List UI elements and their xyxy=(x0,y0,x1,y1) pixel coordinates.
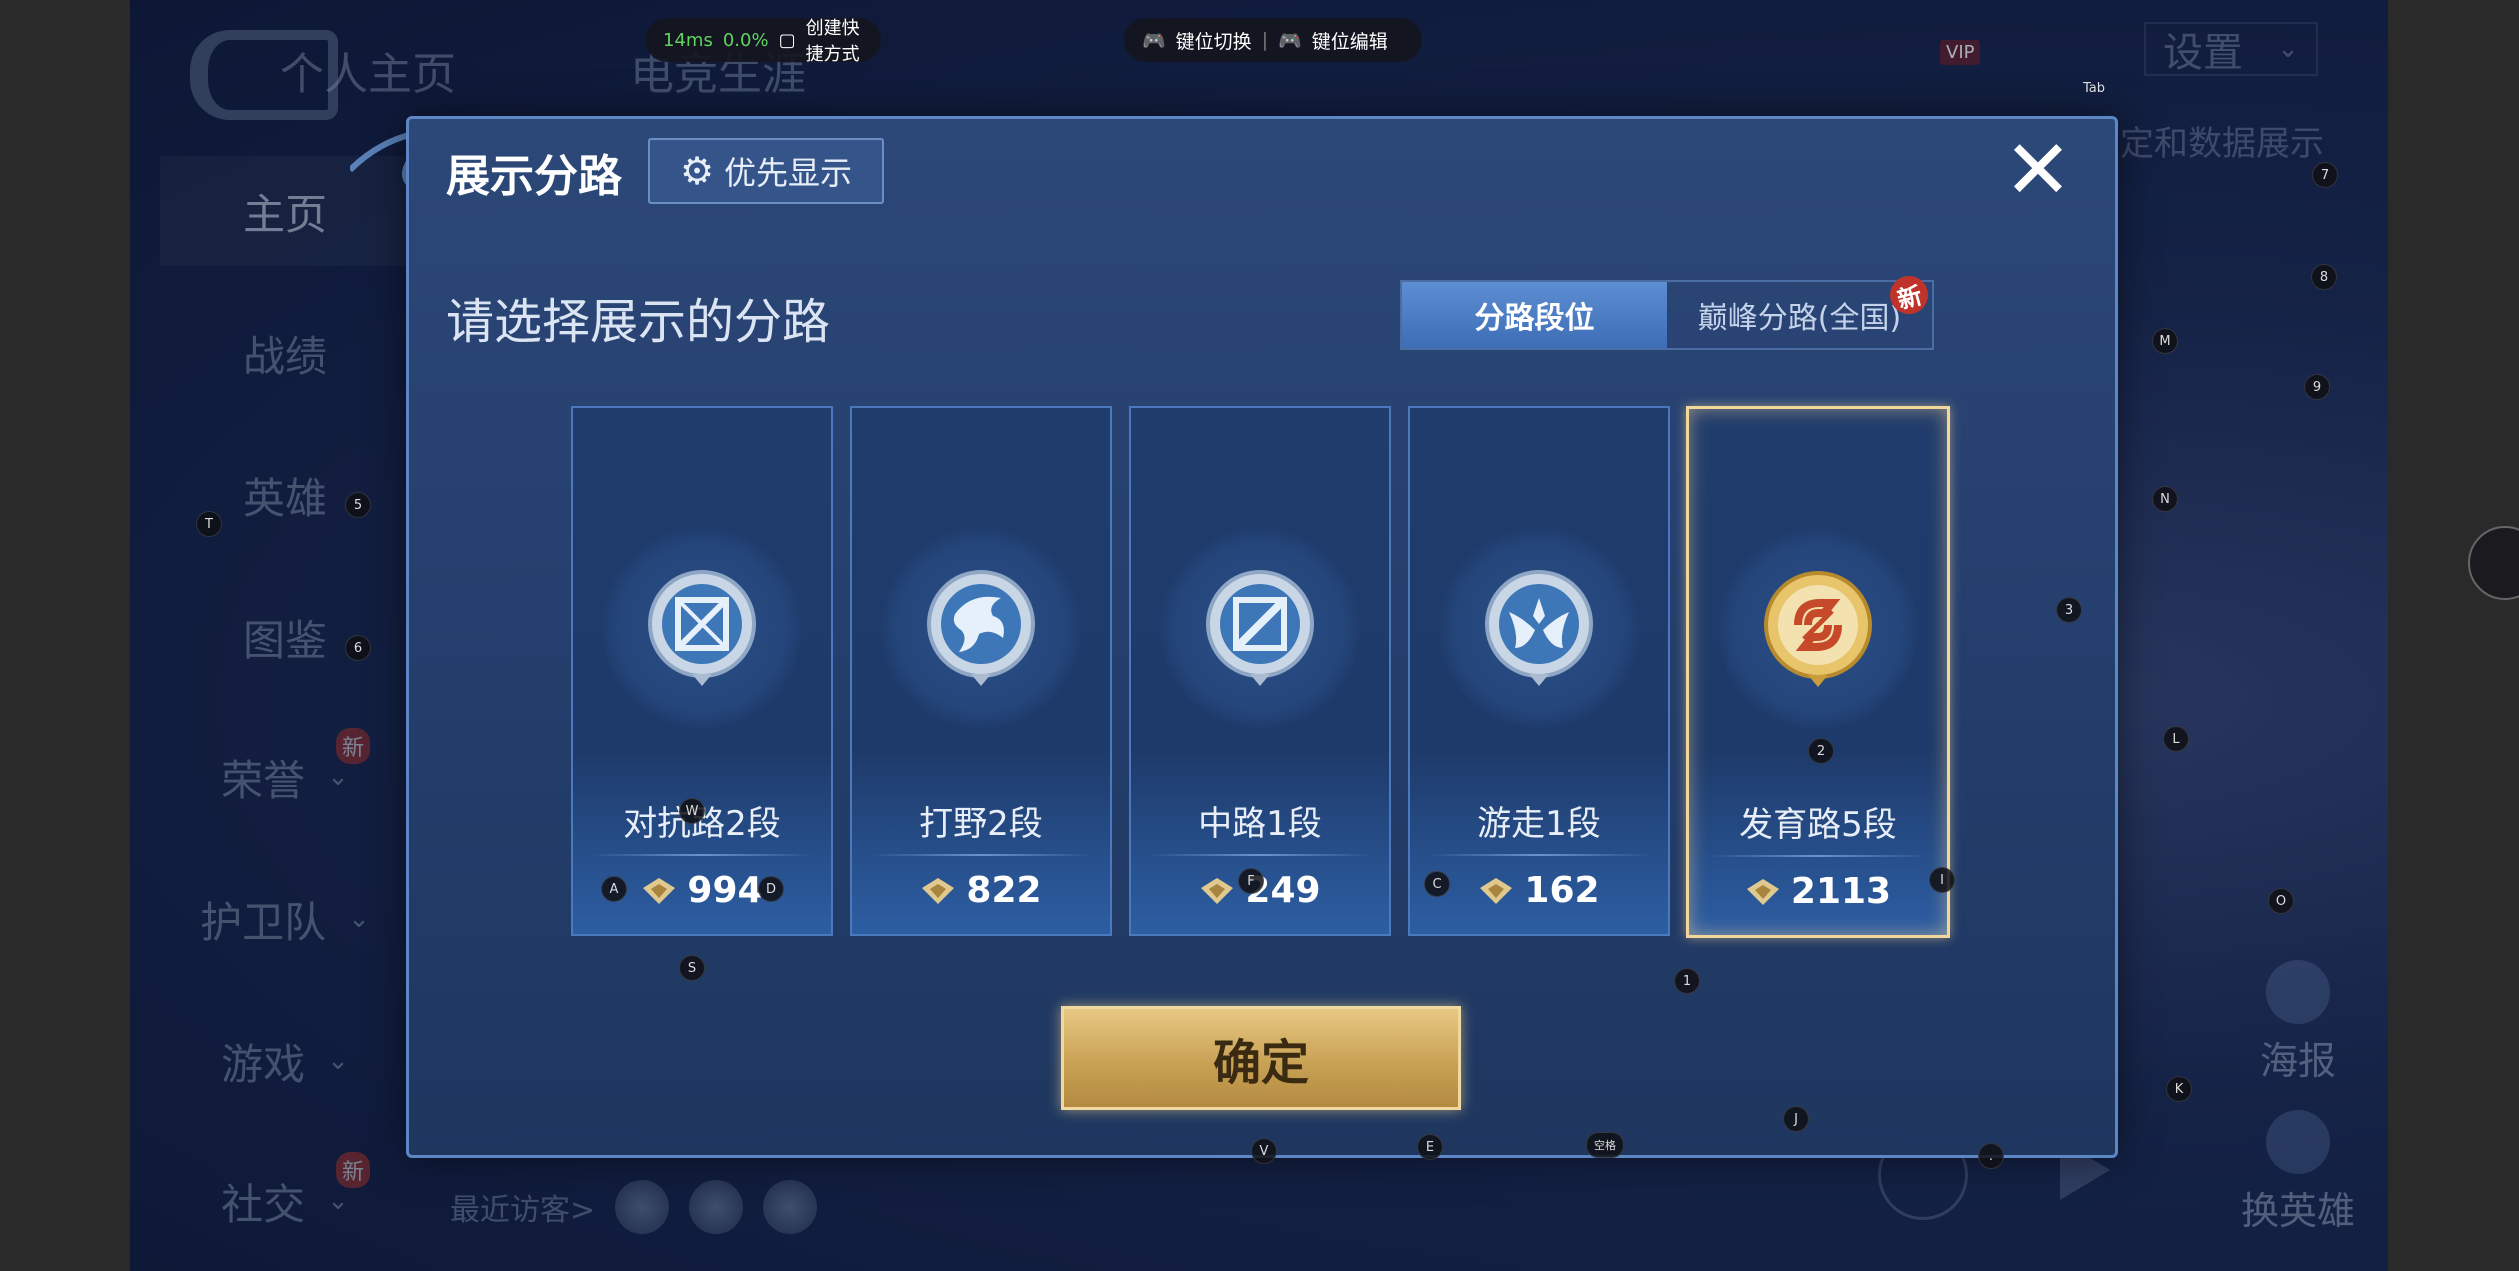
key-hint: K xyxy=(2166,1076,2192,1102)
divider: | xyxy=(1261,29,1269,51)
lane-score: 162 xyxy=(1410,870,1668,911)
emblem-ring xyxy=(1718,529,1918,729)
score-icon xyxy=(1201,877,1234,904)
key-hint: 7 xyxy=(2312,162,2338,188)
lane-score-value: 822 xyxy=(966,870,1042,911)
tab-lane-rank[interactable]: 分路段位 xyxy=(1402,282,1667,348)
lane-card-roam[interactable]: 游走1段 162 xyxy=(1408,406,1670,936)
tab-peak-lane[interactable]: 巅峰分路(全国) 新 xyxy=(1667,271,1933,348)
key-hint: A xyxy=(601,876,627,902)
key-hint: L xyxy=(2163,726,2189,752)
lane-score-value: 994 xyxy=(687,870,763,911)
key-hint: E xyxy=(1417,1134,1443,1160)
key-hint: D xyxy=(758,876,784,902)
key-hint: V xyxy=(1251,1138,1277,1164)
divider xyxy=(1707,855,1929,857)
key-hint: 8 xyxy=(2311,264,2337,290)
priority-display-button[interactable]: ⚙ 优先显示 xyxy=(648,138,884,204)
jungle-lane-icon xyxy=(927,570,1035,686)
key-hint: F xyxy=(1238,868,1264,894)
keymap-toolbar: 🎮 键位切换 | 🎮 键位编辑 xyxy=(1124,18,1422,62)
farm-lane-icon xyxy=(1764,571,1872,687)
lane-score: 822 xyxy=(852,870,1110,911)
key-hint-space: 空格 xyxy=(1586,1132,1624,1158)
divider xyxy=(591,854,813,856)
key-switch-button[interactable]: 键位切换 xyxy=(1176,27,1252,54)
key-hint: 3 xyxy=(2056,597,2082,623)
lane-name: 中路1段 xyxy=(1198,804,1322,844)
lane-card-jungle[interactable]: 打野2段 822 xyxy=(850,406,1112,936)
divider xyxy=(1428,854,1650,856)
lane-name: 发育路5段 xyxy=(1739,805,1897,845)
key-hint: T xyxy=(196,511,222,537)
close-icon[interactable]: ✕ xyxy=(2000,123,2076,218)
shortcut-icon: ▢ xyxy=(778,29,796,51)
packet-loss: 0.0% xyxy=(722,29,769,51)
perf-overlay: 14ms 0.0% ▢ 创建快捷方式 xyxy=(645,18,881,65)
key-hint: 9 xyxy=(2304,374,2330,400)
lane-name: 游走1段 xyxy=(1477,804,1601,844)
key-hint: 6 xyxy=(345,635,371,661)
lane-card-clash[interactable]: 对抗路2段 994 xyxy=(571,406,833,936)
key-hint: 1 xyxy=(1674,968,1700,994)
key-edit-button[interactable]: 键位编辑 xyxy=(1312,27,1388,54)
confirm-label: 确定 xyxy=(1212,1035,1309,1091)
tab-label: 巅峰分路(全国) xyxy=(1697,301,1902,336)
lane-card-mid[interactable]: 中路1段 249 xyxy=(1129,406,1391,936)
key-hint: S xyxy=(679,955,705,981)
emblem-ring xyxy=(1439,528,1639,728)
score-icon xyxy=(1480,877,1513,904)
key-hint: I xyxy=(1929,867,1955,893)
modal-title: 展示分路 xyxy=(446,151,622,202)
lane-tabs: 分路段位 巅峰分路(全国) 新 xyxy=(1400,271,1934,350)
gamepad-icon: 🎮 xyxy=(1142,29,1166,52)
emblem-ring xyxy=(1160,528,1360,728)
score-icon xyxy=(922,877,955,904)
key-hint: M xyxy=(2152,328,2178,354)
key-hint: C xyxy=(1424,871,1450,897)
roam-lane-icon xyxy=(1485,570,1593,686)
gamepad-icon: 🎮 xyxy=(1278,29,1302,52)
key-hint-tab: Tab xyxy=(2082,80,2105,96)
gear-icon: ⚙ xyxy=(679,149,715,193)
priority-label: 优先显示 xyxy=(724,154,853,192)
lane-score: 2113 xyxy=(1689,871,1947,912)
floating-handle-icon[interactable] xyxy=(2468,526,2519,600)
key-hint: N xyxy=(2152,486,2178,512)
score-icon xyxy=(643,877,676,904)
lane-card-farm[interactable]: 发育路5段 2113 xyxy=(1686,406,1950,938)
key-hint: W xyxy=(679,798,705,824)
lane-score-value: 162 xyxy=(1524,870,1600,911)
key-hint: . xyxy=(1978,1143,2004,1169)
confirm-button[interactable]: 确定 xyxy=(1061,1006,1461,1110)
key-hint: J xyxy=(1783,1106,1809,1132)
mid-lane-icon xyxy=(1206,570,1314,686)
divider xyxy=(870,854,1092,856)
clash-lane-icon xyxy=(648,570,756,686)
key-hint: O xyxy=(2268,888,2294,914)
divider xyxy=(1149,854,1371,856)
score-icon xyxy=(1746,878,1779,905)
lane-name: 打野2段 xyxy=(919,804,1043,844)
latency: 14ms xyxy=(663,29,713,51)
create-shortcut[interactable]: 创建快捷方式 xyxy=(806,14,863,66)
key-hint: 2 xyxy=(1808,738,1834,764)
emblem-ring xyxy=(881,528,1081,728)
modal-subtitle: 请选择展示的分路 xyxy=(446,294,831,350)
lane-score-value: 2113 xyxy=(1790,871,1892,912)
key-hint: 5 xyxy=(345,492,371,518)
tab-label: 分路段位 xyxy=(1474,301,1595,336)
emblem-ring xyxy=(602,528,802,728)
